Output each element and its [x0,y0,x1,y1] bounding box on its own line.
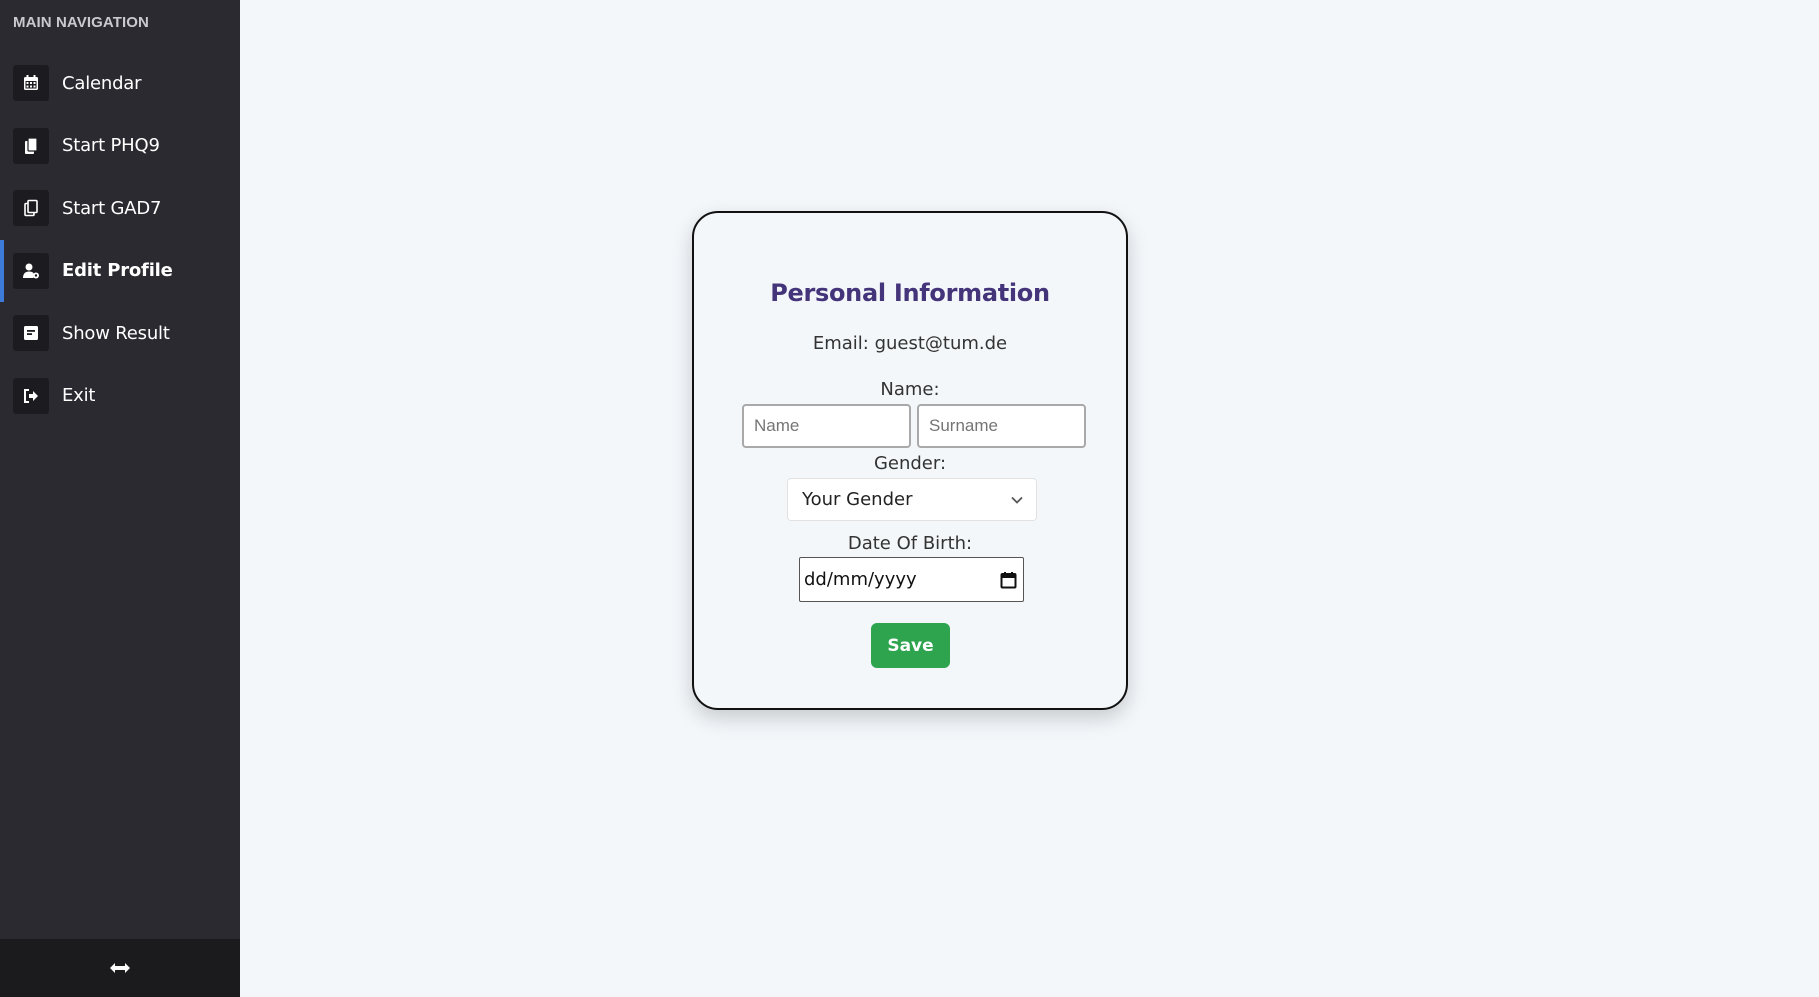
user-gear-icon [13,252,49,289]
name-input[interactable] [742,404,911,448]
dob-label: Date Of Birth: [847,533,973,554]
calendar-icon [13,65,49,102]
sidebar-toggle-button[interactable] [0,939,240,997]
gender-select[interactable]: Your Gender [787,478,1037,521]
nav-list: Calendar Start PHQ9 Start GAD7 Edit Prof… [0,52,240,427]
sidebar-item-show-result[interactable]: Show Result [0,302,240,365]
profile-card: Personal Information Email: guest@tum.de… [692,211,1128,710]
calendar-picker-icon[interactable] [1000,571,1017,589]
nav-heading: MAIN NAVIGATION [13,14,149,31]
email-text: Email: guest@tum.de [812,333,1008,354]
copy-icon [13,190,49,227]
report-icon [13,315,49,352]
sidebar-item-label: Start GAD7 [62,197,162,219]
sidebar-item-start-gad7[interactable]: Start GAD7 [0,177,240,240]
sidebar-item-exit[interactable]: Exit [0,365,240,428]
sidebar-item-label: Exit [62,385,96,407]
surname-input[interactable] [917,404,1086,448]
resize-arrows-icon [109,961,131,975]
dob-value: dd/mm/yyyy [804,569,917,590]
chevron-down-icon [1011,496,1023,504]
save-button[interactable]: Save [871,623,950,668]
name-label: Name: [880,379,940,400]
dob-date-input[interactable]: dd/mm/yyyy [799,557,1024,602]
main-content: Personal Information Email: guest@tum.de… [240,0,1819,997]
sidebar: MAIN NAVIGATION Calendar Start PHQ9 Star… [0,0,240,997]
gender-select-value: Your Gender [802,489,913,510]
gender-label: Gender: [873,453,947,474]
sidebar-item-label: Show Result [62,322,170,344]
sign-out-icon [13,377,49,414]
sidebar-item-calendar[interactable]: Calendar [0,52,240,115]
sidebar-item-edit-profile[interactable]: Edit Profile [0,239,240,303]
sidebar-item-label: Start PHQ9 [62,135,160,157]
sidebar-item-start-phq9[interactable]: Start PHQ9 [0,115,240,178]
documents-icon [13,127,49,164]
sidebar-item-label: Edit Profile [62,260,173,282]
app: MAIN NAVIGATION Calendar Start PHQ9 Star… [0,0,1819,997]
page-title: Personal Information [770,279,1050,307]
sidebar-item-label: Calendar [62,72,142,94]
